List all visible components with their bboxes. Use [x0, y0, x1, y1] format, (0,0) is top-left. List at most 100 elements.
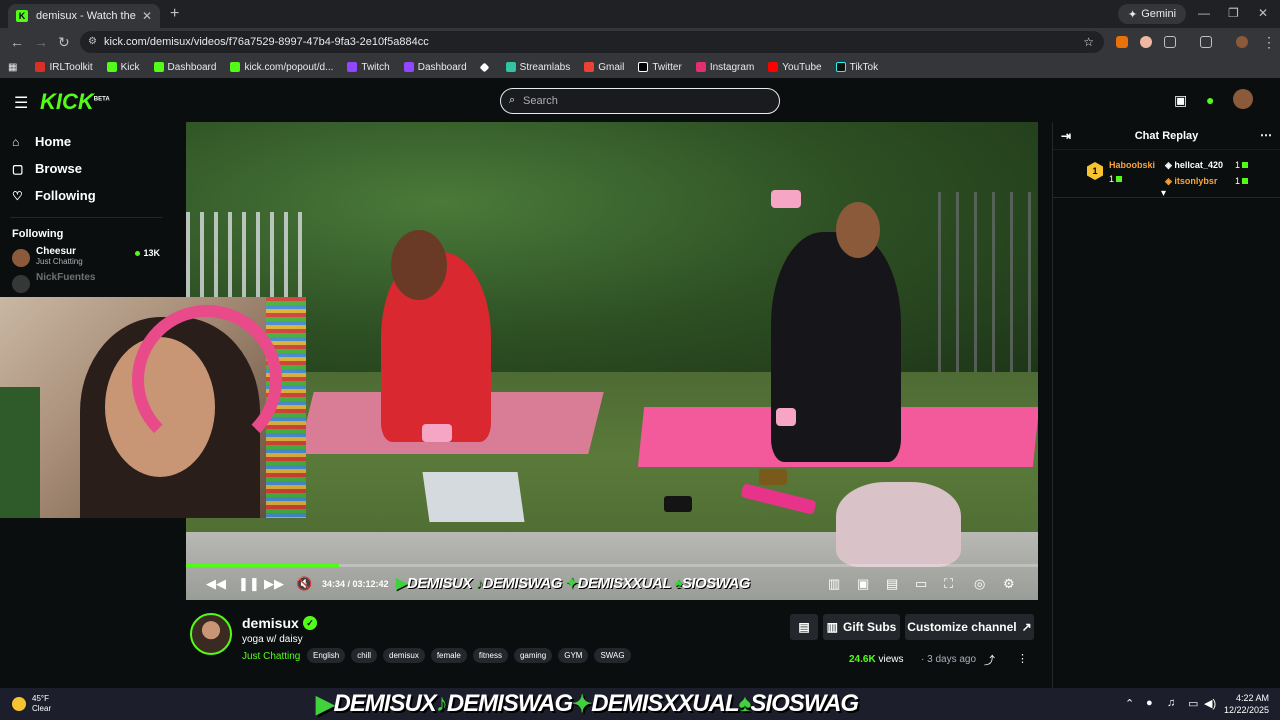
- microphone-icon[interactable]: ♫: [1167, 697, 1175, 709]
- playback-time: 34:34 / 03:12:42: [322, 579, 389, 589]
- system-clock[interactable]: 4:22 AM 12/22/2025: [1224, 692, 1269, 716]
- pause-icon[interactable]: ❚❚: [238, 576, 260, 592]
- bookmark-irltoolkit[interactable]: IRLToolkit: [35, 62, 93, 73]
- tag[interactable]: demisux: [383, 648, 425, 663]
- back-icon[interactable]: ←: [10, 34, 24, 50]
- url-field[interactable]: ⚙ kick.com/demisux/videos/f76a7529-8997-…: [80, 31, 1104, 53]
- restore-icon[interactable]: ❐: [1228, 6, 1239, 20]
- bookmark-diamond[interactable]: [479, 62, 492, 72]
- bookmark-dashboard[interactable]: Dashboard: [153, 62, 216, 73]
- tag[interactable]: GYM: [558, 648, 589, 663]
- customize-channel-button[interactable]: Customize channel ↗: [905, 614, 1034, 640]
- close-window-icon[interactable]: ✕: [1258, 6, 1268, 20]
- moon-icon: [12, 697, 26, 711]
- volume-icon[interactable]: ◀): [1204, 697, 1216, 710]
- close-tab-icon[interactable]: ✕: [142, 9, 152, 23]
- bookmark-twitch[interactable]: Twitch: [347, 62, 390, 73]
- clip-icon[interactable]: ▤: [886, 576, 898, 592]
- forward-icon[interactable]: →: [34, 34, 48, 50]
- channel-name[interactable]: demisux: [242, 615, 299, 631]
- browser-tab-bar: K demisux - Watch the VOD on K ✕ + ✦ Gem…: [0, 0, 1280, 28]
- leaderboard-user[interactable]: ◈ itsonlybsr: [1165, 176, 1217, 187]
- tag[interactable]: SWAG: [594, 648, 631, 663]
- dashboard-button[interactable]: ▤: [790, 614, 818, 640]
- channel-name: NickFuentes: [36, 272, 96, 283]
- reload-icon[interactable]: ↻: [58, 34, 70, 51]
- fullscreen-icon[interactable]: ⛶: [944, 576, 953, 592]
- theater-mode-icon[interactable]: ▣: [1174, 92, 1187, 109]
- search-icon: ⌕: [509, 94, 516, 106]
- player-controls: ◀◀ ❚❚ ▶▶ 🔇 34:34 / 03:12:42 ▶DEMISUX ♪DE…: [186, 570, 1038, 600]
- more-options-icon[interactable]: ⋮: [1017, 652, 1028, 665]
- extension-icon[interactable]: [1116, 36, 1128, 48]
- share-icon[interactable]: ⤴: [984, 652, 995, 668]
- channel-avatar[interactable]: [190, 613, 232, 655]
- kick-coin-icon[interactable]: ●: [1206, 92, 1214, 108]
- tag[interactable]: fitness: [472, 648, 508, 663]
- tray-chevron-icon[interactable]: ⌃: [1125, 697, 1134, 710]
- tray-app-icon[interactable]: ●: [1146, 697, 1153, 709]
- menu-icon[interactable]: ☰: [14, 93, 28, 113]
- video-player[interactable]: [186, 122, 1038, 600]
- miniplayer-icon[interactable]: ▣: [857, 576, 869, 592]
- seek-bar[interactable]: [186, 564, 1038, 567]
- kick-logo[interactable]: KICKBETA: [40, 89, 110, 115]
- avatar: [12, 275, 30, 293]
- settings-gear-icon[interactable]: ⚙: [1003, 576, 1015, 592]
- gmail-icon: [584, 62, 595, 72]
- mute-icon[interactable]: 🔇: [296, 576, 312, 592]
- bookmark-tiktok[interactable]: TikTok: [835, 62, 878, 73]
- live-dot-icon: [135, 251, 141, 256]
- sidebar-item-following[interactable]: ♡ Following: [0, 182, 172, 209]
- stats-icon[interactable]: ▥: [828, 576, 840, 592]
- bookmark-instagram[interactable]: Instagram: [695, 62, 754, 73]
- bookmark-gmail[interactable]: Gmail: [584, 62, 624, 73]
- bookmark-twitch-dashboard[interactable]: Dashboard: [403, 62, 467, 73]
- address-bar-row: ← → ↻ ⚙ kick.com/demisux/videos/f76a7529…: [0, 28, 1280, 56]
- apps-grid-icon[interactable]: ▦: [8, 62, 17, 73]
- bookmark-star-icon[interactable]: ☆: [1083, 35, 1094, 49]
- weather-widget[interactable]: 45°F Clear: [12, 694, 51, 714]
- sidebar-item-home[interactable]: ⌂ Home: [0, 128, 172, 155]
- search-input[interactable]: ⌕ Search: [500, 88, 780, 114]
- person-head: [391, 230, 447, 300]
- network-icon[interactable]: ▭: [1188, 697, 1198, 710]
- leaderboard-user[interactable]: ◈ hellcat_420: [1165, 160, 1223, 171]
- collapse-chat-icon[interactable]: ⇥: [1061, 129, 1071, 143]
- site-info-icon[interactable]: ⚙: [88, 36, 97, 47]
- bookmark-kick-popout[interactable]: kick.com/popout/d...: [230, 62, 333, 73]
- reading-mode-icon[interactable]: [1200, 36, 1212, 48]
- bookmark-kick[interactable]: Kick: [106, 62, 140, 73]
- chat-more-icon[interactable]: ⋯: [1260, 128, 1272, 142]
- tag[interactable]: chill: [351, 648, 378, 663]
- bookmark-twitter[interactable]: Twitter: [638, 62, 682, 73]
- bookmark-youtube[interactable]: YouTube: [768, 62, 822, 73]
- new-tab-button[interactable]: +: [170, 5, 179, 23]
- gift-subs-button[interactable]: ▥ Gift Subs: [823, 614, 900, 640]
- leaderboard-user[interactable]: Haboobski: [1109, 160, 1155, 170]
- category-link[interactable]: Just Chatting: [242, 651, 300, 662]
- followed-channel[interactable]: Cheesur Just Chatting 13K: [0, 246, 172, 272]
- sidebar-item-browse[interactable]: ▢ Browse: [0, 155, 172, 182]
- extension-icon[interactable]: [1140, 36, 1152, 48]
- tag[interactable]: female: [430, 648, 467, 663]
- tag[interactable]: gaming: [513, 648, 553, 663]
- followed-channel[interactable]: NickFuentes: [0, 272, 172, 298]
- fast-forward-icon[interactable]: ▶▶: [264, 576, 284, 592]
- extensions-puzzle-icon[interactable]: [1164, 36, 1176, 48]
- gemini-button[interactable]: ✦ Gemini: [1118, 4, 1187, 24]
- chat-title: Chat Replay: [1134, 129, 1199, 142]
- snapchat-icon: ♠: [674, 575, 682, 592]
- rewind-icon[interactable]: ◀◀: [206, 576, 226, 592]
- profile-avatar[interactable]: [1236, 36, 1248, 48]
- theater-icon[interactable]: ▭: [915, 576, 927, 592]
- speed-icon[interactable]: ◎: [974, 576, 985, 592]
- expand-leaderboard-icon[interactable]: ▾: [1161, 188, 1166, 199]
- browser-menu-icon[interactable]: ⋮: [1262, 34, 1276, 51]
- bookmark-streamlabs[interactable]: Streamlabs: [505, 62, 570, 73]
- user-avatar[interactable]: [1233, 89, 1253, 109]
- tag[interactable]: English: [307, 648, 346, 663]
- gift-icon: ▥: [826, 620, 838, 634]
- minimize-icon[interactable]: —: [1198, 6, 1210, 20]
- browser-tab[interactable]: K demisux - Watch the VOD on K ✕: [8, 4, 160, 28]
